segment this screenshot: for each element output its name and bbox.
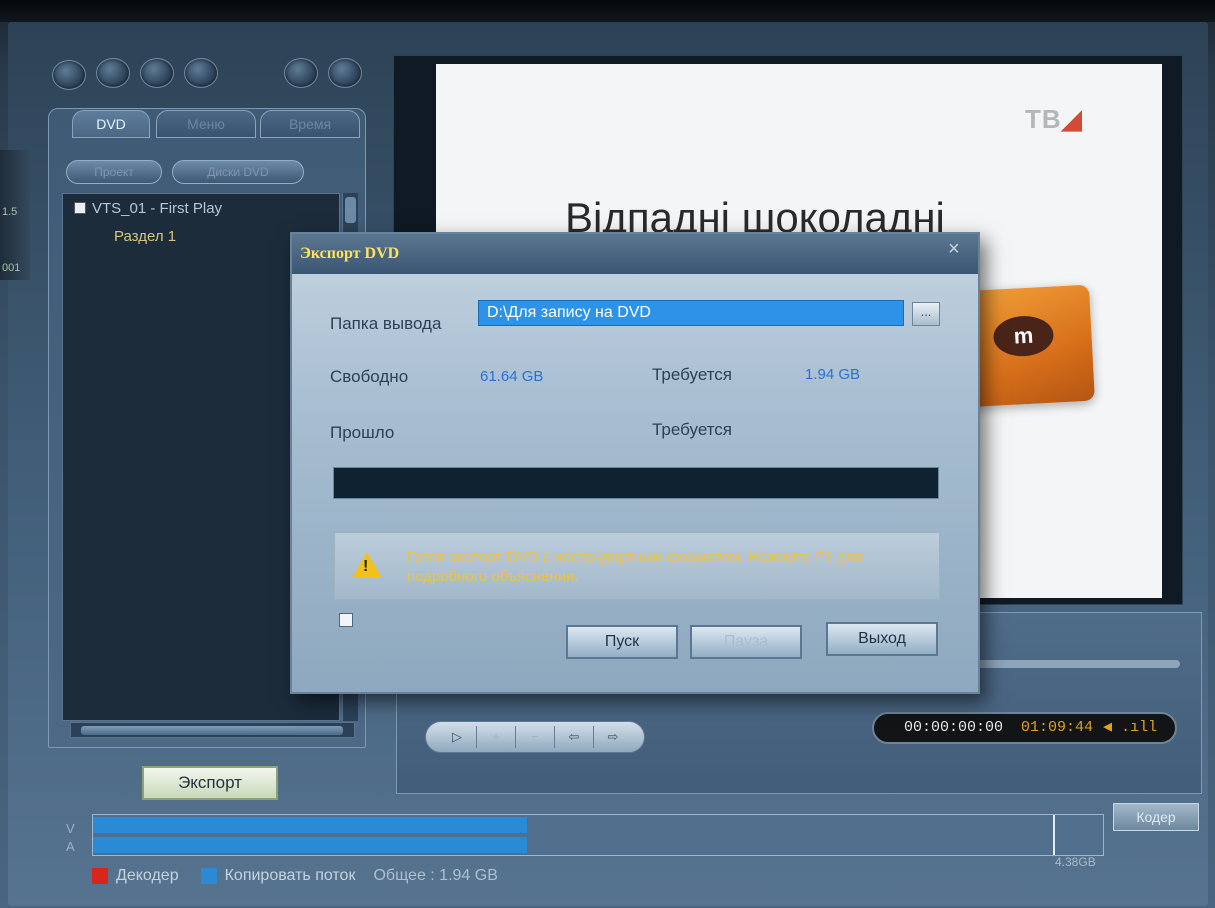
volume-icon[interactable]: ◀ .ıll bbox=[1103, 719, 1157, 736]
tree-item-vts[interactable]: VTS_01 - First Play bbox=[74, 200, 222, 217]
track-labels: V A bbox=[66, 820, 75, 856]
checkbox-icon[interactable] bbox=[74, 202, 86, 214]
required-space-value: 1.94 GB bbox=[805, 366, 861, 383]
capacity-legend: Декодер Копировать поток Общее : 1.94 GB bbox=[92, 867, 498, 885]
channel-logo: ТВ◢ bbox=[1025, 104, 1083, 135]
required-space-label: Требуется bbox=[652, 365, 733, 384]
next-button[interactable]: ⇨ bbox=[594, 726, 632, 748]
video-track-label: V bbox=[66, 821, 75, 836]
toolbar-button-5[interactable] bbox=[284, 58, 318, 88]
current-time: 00:00:00:00 bbox=[904, 719, 1004, 736]
toolbar-button-2[interactable] bbox=[96, 58, 130, 88]
capacity-total: 4.38GB bbox=[1055, 855, 1096, 869]
warning-icon: ! bbox=[352, 552, 382, 578]
dialog-title: Экспорт DVD bbox=[292, 234, 978, 274]
edge-text-a: 1.5 bbox=[2, 206, 18, 218]
coder-button[interactable]: Кодер bbox=[1113, 803, 1199, 831]
duration: 01:09:44 bbox=[1021, 719, 1094, 736]
screen: 1.5 001 DVD Меню Время Проект Диски DVD … bbox=[0, 0, 1215, 908]
edge-text-b: 001 bbox=[2, 262, 21, 274]
browse-button[interactable]: ... bbox=[912, 302, 940, 326]
seek-slider[interactable] bbox=[976, 660, 1180, 668]
tree-item-chapter[interactable]: Раздел 1 bbox=[114, 228, 176, 245]
background-window-edge: 1.5 001 bbox=[0, 150, 30, 280]
dialog-checkbox[interactable] bbox=[339, 613, 353, 627]
total-size-label: Общее : 1.94 GB bbox=[373, 867, 498, 884]
video-usage-fill bbox=[93, 817, 528, 833]
remaining-label: Требуется bbox=[652, 420, 733, 439]
play-button[interactable]: ▷ bbox=[438, 726, 477, 748]
warning-text: Готов экспорт DVD с нестандартным формат… bbox=[407, 549, 863, 585]
previous-button[interactable]: ⇦ bbox=[555, 726, 594, 748]
scroll-thumb[interactable] bbox=[81, 726, 343, 735]
add-marker-button[interactable]: + bbox=[477, 726, 516, 748]
candy-logo: m bbox=[992, 314, 1055, 358]
tree-item-label: Раздел 1 bbox=[114, 228, 177, 245]
capacity-limit-marker bbox=[1052, 815, 1055, 855]
toolbar-button-4[interactable] bbox=[184, 58, 218, 88]
tab-time[interactable]: Время bbox=[260, 110, 360, 138]
tab-dvd[interactable]: DVD bbox=[72, 110, 150, 138]
output-folder-label: Папка вывода bbox=[330, 314, 442, 333]
disc-capacity-bar bbox=[92, 814, 1104, 856]
toolbar-button-3[interactable] bbox=[140, 58, 174, 88]
decoder-legend-label: Декодер bbox=[116, 867, 179, 884]
tree-item-label: VTS_01 - First Play bbox=[92, 200, 223, 217]
logo-accent-icon: ◢ bbox=[1061, 104, 1083, 134]
dvd-discs-button[interactable]: Диски DVD bbox=[172, 160, 304, 184]
project-button[interactable]: Проект bbox=[66, 160, 162, 184]
output-folder-field[interactable]: D:\Для запису на DVD bbox=[478, 300, 904, 326]
transport-controls: ▷ + − ⇦ ⇨ bbox=[425, 721, 645, 753]
toolbar-button-1[interactable] bbox=[52, 60, 86, 90]
exit-button[interactable]: Выход bbox=[826, 622, 938, 656]
start-button[interactable]: Пуск bbox=[566, 625, 678, 659]
timecode-display: 00:00:00:00 01:09:44 ◀ .ıll bbox=[872, 712, 1177, 744]
audio-usage-fill bbox=[93, 837, 528, 853]
export-progress-bar bbox=[333, 467, 939, 499]
channel-logo-text: ТВ bbox=[1025, 104, 1062, 134]
free-space-value: 61.64 GB bbox=[480, 368, 544, 385]
audio-track-label: A bbox=[66, 839, 75, 854]
pause-button[interactable]: Пауза bbox=[690, 625, 802, 659]
close-icon[interactable]: × bbox=[948, 238, 960, 261]
copy-stream-swatch bbox=[200, 868, 217, 884]
scroll-thumb[interactable] bbox=[345, 197, 356, 223]
monitor-bezel bbox=[0, 0, 1215, 22]
export-button[interactable]: Экспорт bbox=[142, 766, 278, 800]
elapsed-label: Прошло bbox=[330, 423, 395, 442]
toolbar-button-6[interactable] bbox=[328, 58, 362, 88]
decoder-swatch bbox=[92, 868, 108, 884]
tree-horizontal-scrollbar[interactable] bbox=[70, 722, 355, 738]
copy-stream-legend-label: Копировать поток bbox=[224, 867, 356, 884]
remove-marker-button[interactable]: − bbox=[516, 726, 555, 748]
free-space-label: Свободно bbox=[330, 367, 409, 386]
tab-menu[interactable]: Меню bbox=[156, 110, 256, 138]
